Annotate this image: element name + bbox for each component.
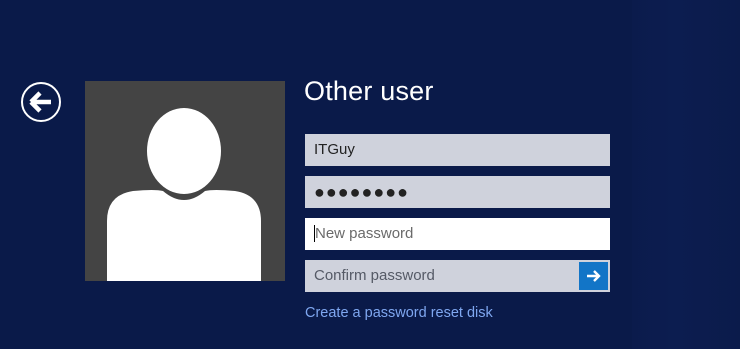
background-panel: [632, 0, 740, 349]
username-field[interactable]: ITGuy: [305, 134, 610, 166]
right-arrow-icon: [587, 270, 601, 282]
new-password-placeholder: New password: [315, 225, 414, 242]
old-password-field[interactable]: ●●●●●●●●: [305, 176, 610, 208]
new-password-field[interactable]: New password: [305, 218, 610, 250]
confirm-password-field[interactable]: Confirm password: [305, 260, 610, 292]
user-avatar: [85, 81, 285, 281]
back-button[interactable]: [21, 82, 61, 122]
user-silhouette-icon: [107, 108, 261, 281]
page-title: Other user: [304, 76, 434, 106]
confirm-password-placeholder: Confirm password: [314, 267, 435, 284]
submit-button[interactable]: [579, 262, 608, 290]
create-password-reset-disk-link[interactable]: Create a password reset disk: [305, 305, 493, 321]
back-arrow-icon: [29, 91, 51, 113]
